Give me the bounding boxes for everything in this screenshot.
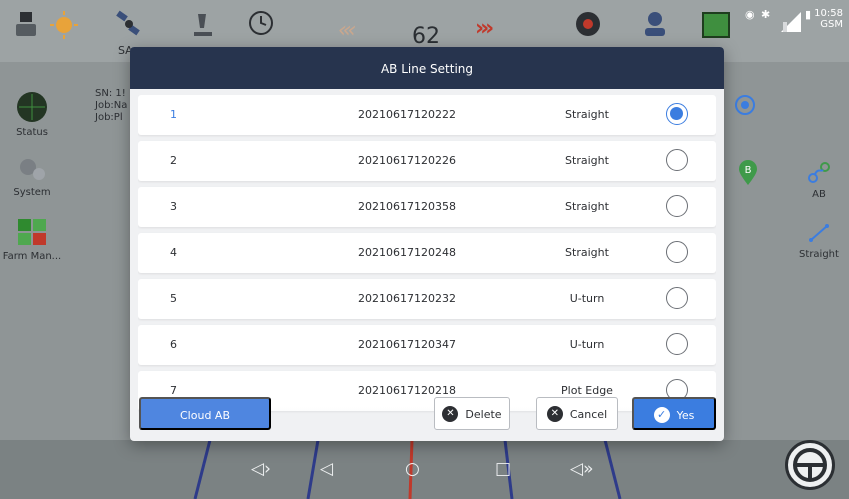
list-item[interactable]: 5 20210617120232 U-turn [138,279,716,319]
list-item[interactable]: 6 20210617120347 U-turn [138,325,716,365]
row-index: 1 [170,108,177,121]
time-text: 10:58 [814,8,843,19]
yes-label: Yes [676,409,695,422]
row-type: Straight [565,154,609,167]
close-circle-icon: ✕ [442,406,459,422]
locate-icon[interactable] [732,92,758,122]
back-icon[interactable]: ◁ [320,459,333,479]
row-type: U-turn [569,338,605,351]
row-type: Straight [565,200,609,213]
nav-straight[interactable]: Straight [789,220,849,260]
row-radio[interactable] [666,103,688,125]
list-item[interactable]: 4 20210617120248 Straight [138,233,716,273]
row-radio[interactable] [666,195,688,217]
list-item[interactable]: 3 20210617120358 Straight [138,187,716,227]
status-gauge-icon [17,92,47,122]
row-radio[interactable] [666,241,688,263]
nav-status-label: Status [16,127,48,138]
steering-wheel-icon[interactable] [785,440,835,490]
dialog-title: AB Line Setting [130,47,724,89]
nav-ab[interactable]: AB [789,160,849,200]
close-circle-icon: ✕ [546,406,563,422]
nav-farm-management[interactable]: Farm Man... [0,216,64,262]
row-index: 4 [170,246,177,259]
nav-ab-label: AB [812,189,826,200]
volume-down-icon[interactable]: ◁› [251,459,271,479]
nav-system[interactable]: System [0,154,64,198]
android-nav-bar: ◁› ◁ ○ □ ◁» [225,455,625,491]
battery-icon: ▮ [805,8,812,21]
row-radio[interactable] [666,149,688,171]
row-name: 20210617120248 [358,246,456,259]
home-icon[interactable]: ○ [405,459,420,479]
cancel-label: Cancel [569,408,608,421]
right-chevrons-icon: ››› [475,16,494,41]
cloud-ab-button[interactable]: Cloud AB [139,397,271,430]
microscope-icon[interactable] [188,10,216,44]
farm-field-icon [18,219,46,245]
job-name: Job:Na [95,100,128,111]
straight-line-icon [809,224,829,242]
row-name: 20210617120232 [358,292,456,305]
svg-text:B: B [745,165,752,176]
serial-number: SN: 1! [95,88,126,99]
row-radio[interactable] [666,287,688,309]
compass-icon[interactable] [574,10,602,42]
row-index: 5 [170,292,177,305]
ab-line-setting-dialog: AB Line Setting 1 20210617120222 Straigh… [130,47,724,441]
network-text: GSM [820,19,843,30]
check-circle-icon: ✓ [653,407,670,423]
speed-value: 62 [412,24,440,49]
location-icon: ◉ [745,8,755,21]
system-status-bar: ◉ ✱ ▮ 10:58 GSM [743,2,843,42]
row-index: 6 [170,338,177,351]
ab-route-icon [808,162,830,183]
cancel-button[interactable]: ✕ Cancel [536,397,618,430]
row-radio[interactable] [666,333,688,355]
point-b-icon[interactable]: B [737,160,759,190]
nav-farm-management-label: Farm Man... [2,251,62,262]
ab-line-list[interactable]: 1 20210617120222 Straight 2 202106171202… [138,95,716,431]
left-chevrons-icon: ‹‹‹ [338,18,357,43]
satellite-icon[interactable] [114,10,144,44]
volume-up-icon[interactable]: ◁» [570,459,593,479]
antenna-icon[interactable] [14,10,38,44]
nav-straight-label: Straight [799,249,839,260]
job-plot: Job:Pl [95,112,123,123]
bluetooth-icon: ✱ [761,8,771,21]
row-type: Straight [565,108,609,121]
row-index: 2 [170,154,177,167]
list-item[interactable]: 2 20210617120226 Straight [138,141,716,181]
sun-icon[interactable] [50,10,78,44]
nav-system-label: System [13,187,51,198]
recents-icon[interactable]: □ [495,459,511,479]
signal-icon [779,8,803,38]
job-info-panel: SN: 1! Job:Na Job:Pl [95,88,127,124]
gears-icon [20,159,45,180]
clock-display: 10:58 GSM [814,8,843,30]
row-index: 7 [170,384,177,397]
row-name: 20210617120222 [358,108,456,121]
row-name: 20210617120226 [358,154,456,167]
row-index: 3 [170,200,177,213]
row-type: Straight [565,246,609,259]
delete-button[interactable]: ✕ Delete [434,397,510,430]
clock-icon[interactable] [248,10,274,40]
list-item[interactable]: 1 20210617120222 Straight [138,95,716,135]
speed-indicator: ‹‹‹ 62 ››› [330,14,520,49]
row-name: 20210617120218 [358,384,456,397]
field-boundary-icon[interactable] [700,10,732,44]
row-type: U-turn [569,292,605,305]
operator-icon[interactable] [642,10,668,42]
yes-button[interactable]: ✓ Yes [632,397,716,430]
row-type: Plot Edge [561,384,613,397]
nav-status[interactable]: Status [0,90,64,138]
delete-label: Delete [465,408,502,421]
row-name: 20210617120358 [358,200,456,213]
row-name: 20210617120347 [358,338,456,351]
